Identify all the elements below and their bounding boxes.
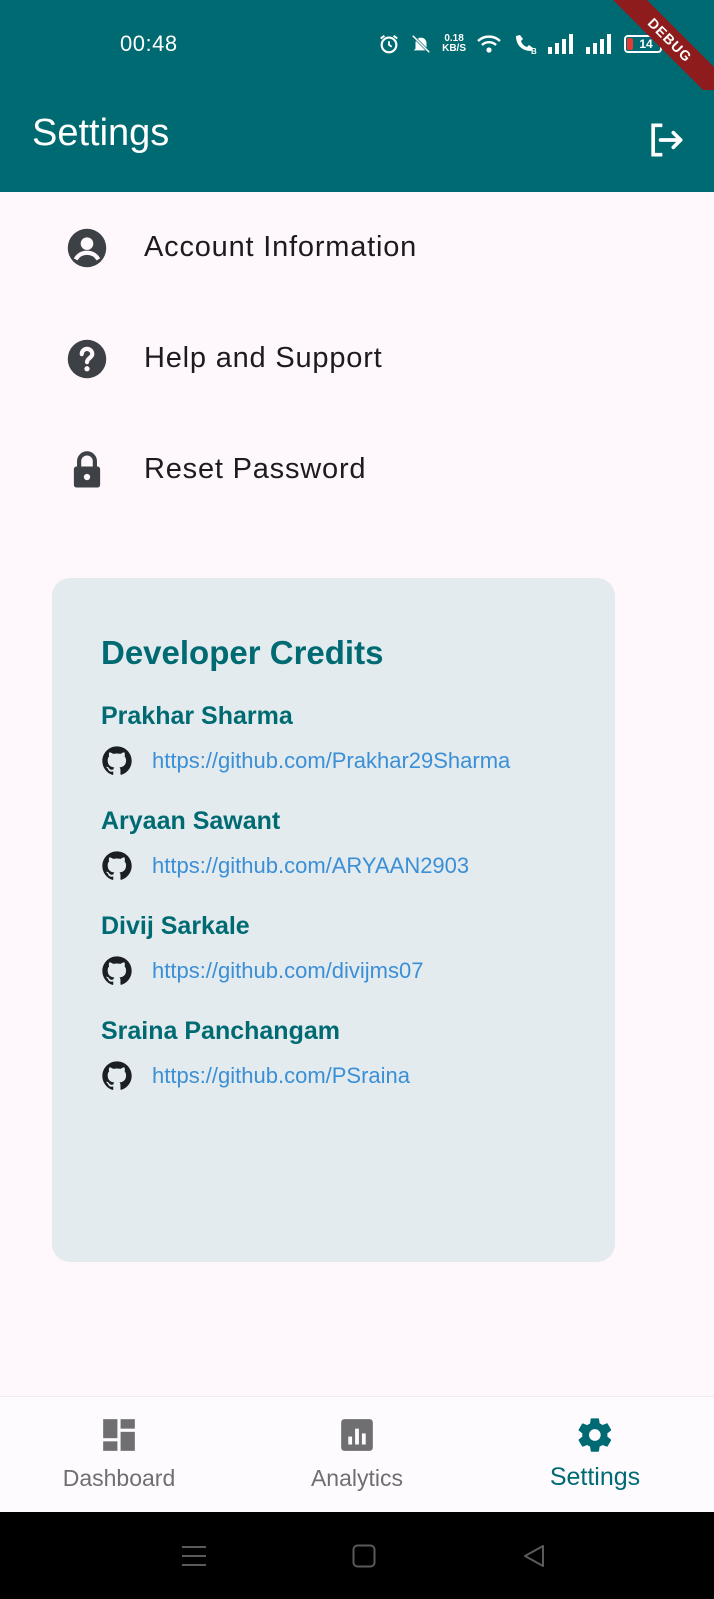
developer-entry: Sraina Panchangam https://github.com/PSr… [101, 1017, 615, 1092]
github-icon [102, 956, 132, 985]
status-bar: 00:48 0.18 KB/S B 14 [0, 0, 714, 90]
credits-title: Developer Credits [101, 634, 384, 671]
system-navigation-bar [0, 1512, 714, 1599]
github-icon [102, 851, 132, 880]
menu-item-help-and-support[interactable]: Help and Support [0, 303, 714, 414]
svg-text:B: B [531, 47, 537, 55]
menu-lines-icon [182, 1546, 206, 1566]
alarm-icon [380, 34, 398, 54]
account-circle-icon [66, 227, 108, 269]
bottom-navigation: Dashboard Analytics Settings [0, 1396, 714, 1512]
app-bar: Settings [0, 90, 714, 192]
developer-entry: Divij Sarkale https://github.com/divijms… [101, 912, 615, 987]
developer-name: Sraina Panchangam [101, 1017, 340, 1045]
help-icon [66, 338, 108, 380]
developer-name: Aryaan Sawant [101, 807, 281, 835]
wifi-icon [477, 35, 501, 53]
lock-icon [66, 449, 108, 491]
settings-gear-icon [575, 1415, 615, 1455]
settings-menu: Account Information Help and Support Res… [0, 192, 714, 525]
developer-name: Divij Sarkale [101, 912, 250, 940]
battery-icon: 14 [624, 35, 665, 53]
developer-link-row: https://github.com/Prakhar29Sharma [101, 745, 615, 777]
nav-item-dashboard[interactable]: Dashboard [58, 1397, 180, 1513]
developer-github-link[interactable]: https://github.com/divijms07 [152, 958, 423, 984]
dashboard-icon [99, 1415, 139, 1455]
developer-link-row: https://github.com/divijms07 [101, 955, 615, 987]
developer-github-link[interactable]: https://github.com/Prakhar29Sharma [152, 748, 510, 774]
mute-icon [411, 34, 431, 54]
developer-link-row: https://github.com/ARYAAN2903 [101, 850, 615, 882]
analytics-icon [337, 1415, 377, 1455]
signal-icon [548, 34, 573, 54]
network-speed: 0.18 KB/S [442, 34, 466, 54]
menu-item-reset-password[interactable]: Reset Password [0, 414, 714, 525]
menu-item-label: Help and Support [144, 342, 383, 374]
developer-name: Prakhar Sharma [101, 702, 293, 730]
github-icon [102, 1061, 132, 1090]
logout-icon [651, 123, 683, 157]
nav-item-settings[interactable]: Settings [540, 1397, 650, 1513]
developer-link-row: https://github.com/PSraina [101, 1060, 615, 1092]
developer-entry: Aryaan Sawant https://github.com/ARYAAN2… [101, 807, 615, 882]
battery-level: 14 [639, 37, 653, 51]
github-icon [102, 746, 132, 775]
developer-github-link[interactable]: https://github.com/PSraina [152, 1063, 410, 1089]
home-square-icon [352, 1544, 376, 1568]
back-triangle-icon [524, 1545, 544, 1567]
developer-entry: Prakhar Sharma https://github.com/Prakha… [101, 702, 615, 777]
nav-item-label: Dashboard [62, 1465, 176, 1491]
back-button[interactable] [518, 1540, 550, 1572]
network-speed-unit: KB/S [442, 43, 466, 54]
status-time: 00:48 [120, 31, 178, 56]
signal-icon [586, 34, 611, 54]
nav-item-analytics[interactable]: Analytics [300, 1397, 414, 1513]
page-title: Settings [32, 112, 170, 154]
nav-item-label: Analytics [310, 1465, 404, 1491]
status-icons: 0.18 KB/S B 14 [378, 30, 665, 58]
developer-credits-card: Developer Credits Prakhar Sharma https:/… [52, 578, 615, 1262]
menu-item-label: Reset Password [144, 453, 367, 485]
nav-item-label: Settings [549, 1463, 641, 1491]
developer-github-link[interactable]: https://github.com/ARYAAN2903 [152, 853, 469, 879]
menu-item-account-information[interactable]: Account Information [0, 192, 714, 303]
recent-apps-button[interactable] [178, 1540, 210, 1572]
wifi-call-icon: B [516, 35, 537, 55]
menu-item-label: Account Information [144, 231, 418, 263]
home-button[interactable] [348, 1540, 380, 1572]
logout-button[interactable] [638, 112, 694, 168]
